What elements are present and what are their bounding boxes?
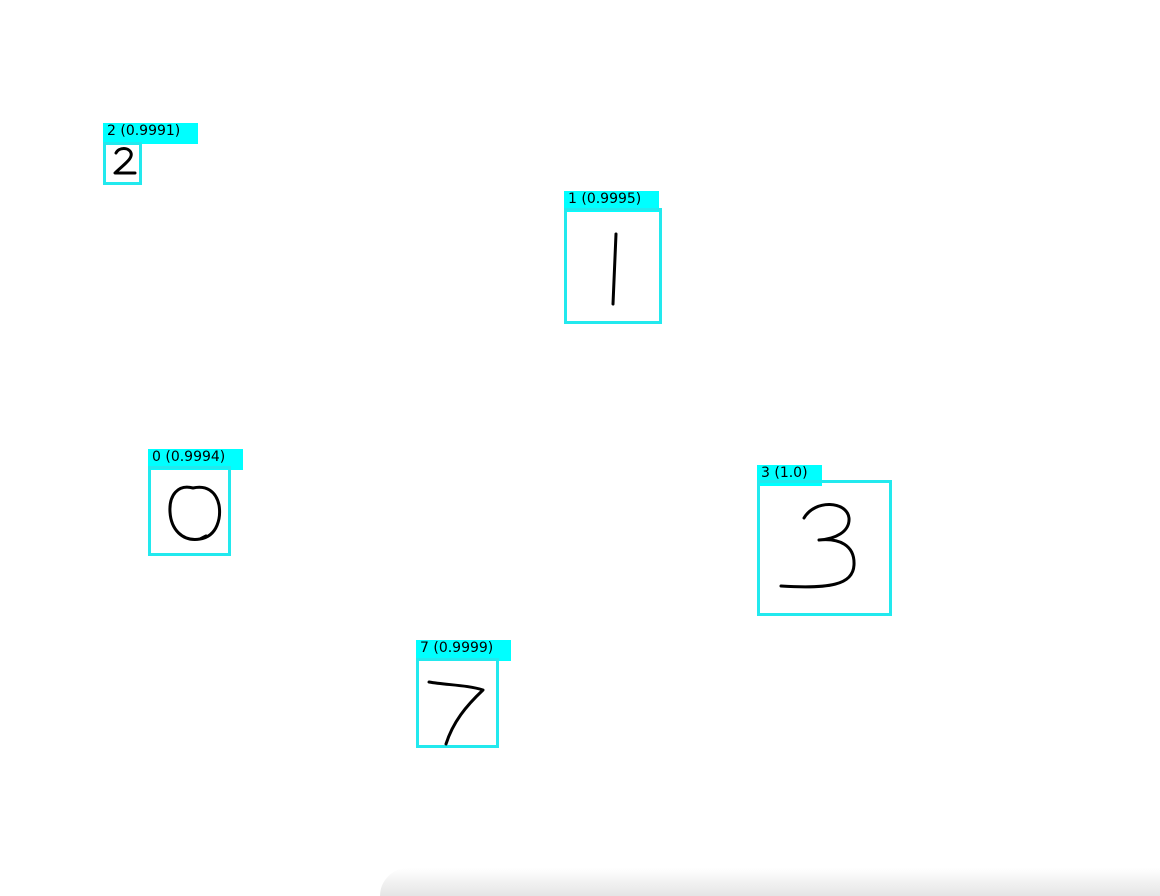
handwritten-digit-3	[779, 503, 856, 589]
window-shadow	[380, 868, 1160, 896]
detection-digit-7: 7 (0.9999)	[416, 640, 512, 748]
drawing-canvas[interactable]: 2 (0.9991) 1 (0.9995) 0 (0.9994) 3 (1.0)…	[0, 0, 1160, 896]
detection-digit-0: 0 (0.9994)	[148, 449, 243, 556]
detection-digit-2: 2 (0.9991)	[103, 123, 198, 185]
handwritten-digit-1	[611, 232, 618, 306]
handwritten-digit-2	[113, 147, 137, 175]
handwritten-digit-0	[168, 485, 221, 541]
detection-digit-1: 1 (0.9995)	[564, 191, 662, 324]
handwritten-digit-7	[427, 680, 485, 746]
detection-digit-3: 3 (1.0)	[757, 465, 892, 616]
